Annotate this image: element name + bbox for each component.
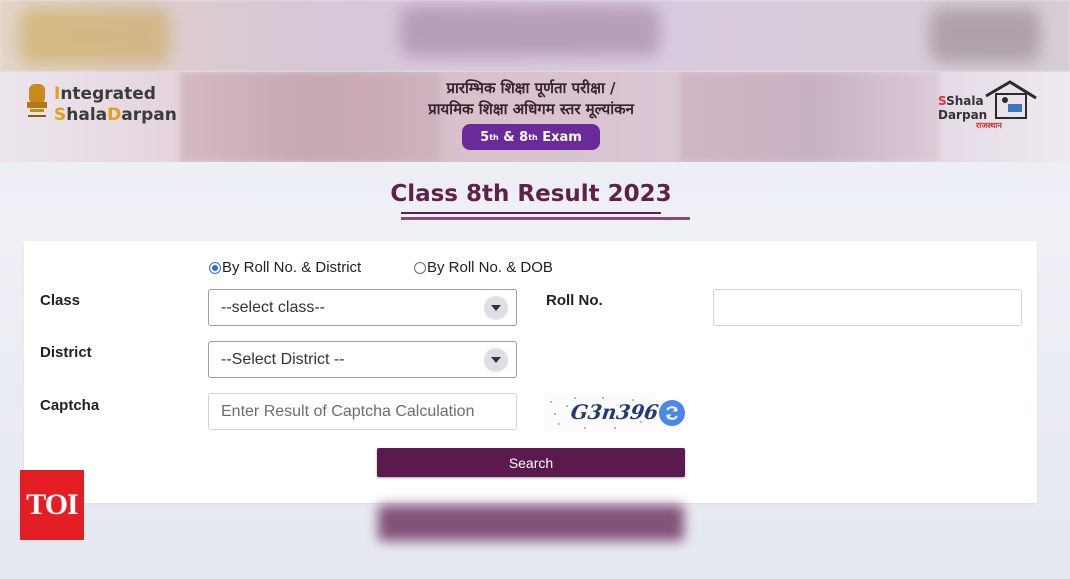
class-select[interactable]: --select class--: [208, 289, 517, 326]
captcha-text: G3n396: [569, 400, 660, 424]
radio-roll-district[interactable]: By Roll No. & District: [209, 259, 361, 276]
radio-roll-dob[interactable]: By Roll No. & DOB: [414, 259, 553, 276]
title-underline-accent: [401, 217, 690, 220]
captcha-input[interactable]: [208, 393, 517, 430]
radio-label: By Roll No. & District: [222, 259, 362, 276]
chevron-down-icon[interactable]: [484, 296, 508, 320]
class-select-value: --select class--: [221, 299, 326, 316]
district-select-value: --Select District --: [221, 351, 345, 368]
radio-button[interactable]: [414, 261, 426, 274]
captcha-image: G3n396: [545, 394, 660, 432]
chevron-down-icon[interactable]: [484, 348, 508, 372]
radio-label: By Roll No. & DOB: [427, 259, 553, 276]
title-underline: [401, 212, 661, 214]
shala-darpan-logo-text: SShala Darpan राजस्थान: [938, 94, 1002, 130]
captcha-label: Captcha: [40, 397, 100, 414]
roll-no-label: Roll No.: [546, 292, 603, 309]
integrated-shaladarpan-logo: Integrated ShalaDarpan: [54, 84, 177, 125]
blurred-top-strip: [0, 0, 1070, 72]
toi-watermark-logo: TOI: [20, 470, 84, 540]
search-button[interactable]: Search: [377, 448, 685, 477]
radio-button-selected[interactable]: [209, 261, 221, 274]
exam-hindi-heading: प्रारम्भिक शिक्षा पूर्णता परीक्षा / प्रा…: [428, 79, 634, 118]
roll-no-input[interactable]: [713, 289, 1022, 326]
class-label: Class: [40, 292, 81, 309]
district-label: District: [40, 344, 92, 361]
national-emblem-icon: [27, 84, 47, 117]
page-title: Class 8th Result 2023: [390, 181, 672, 207]
exam-badge: 5th & 8th Exam: [462, 124, 600, 150]
district-select[interactable]: --Select District --: [208, 341, 517, 378]
refresh-captcha-icon[interactable]: [659, 400, 685, 426]
blurred-button-shadow: [378, 505, 684, 541]
header-banner: Integrated ShalaDarpan प्रारम्भिक शिक्षा…: [0, 72, 1070, 162]
